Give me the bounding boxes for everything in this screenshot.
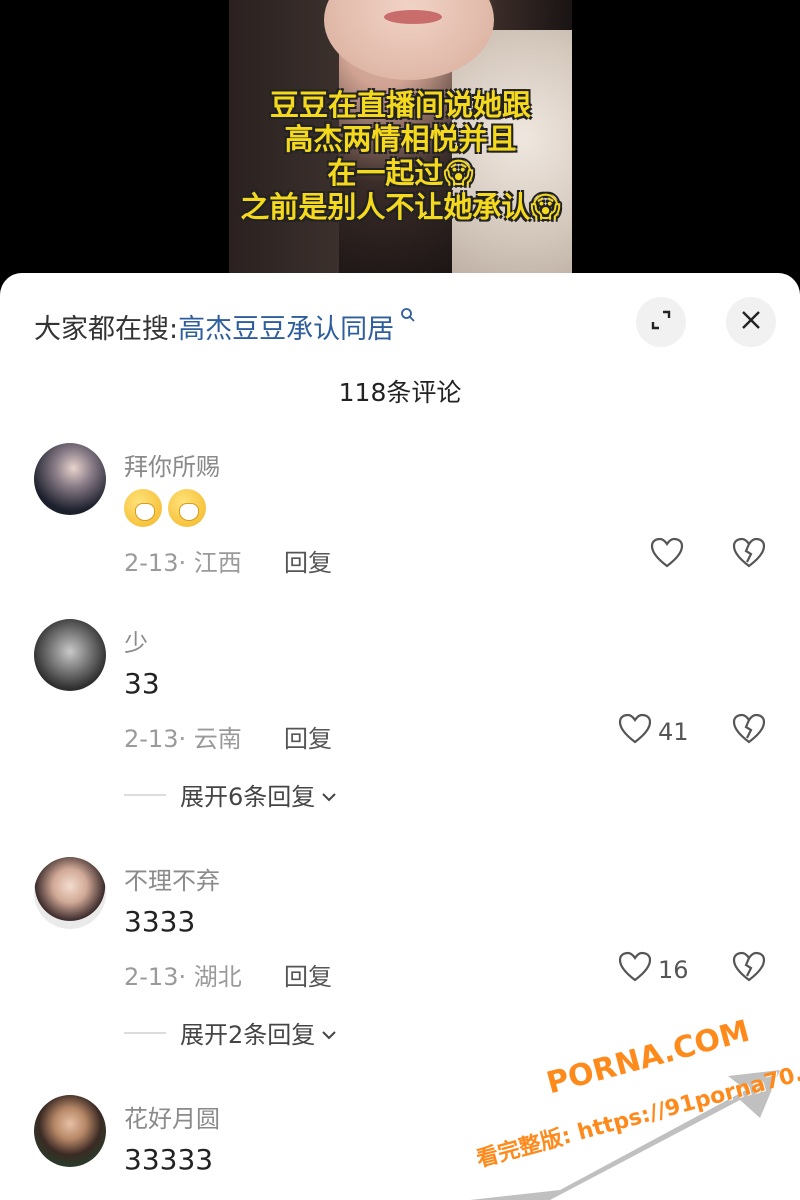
reply-button[interactable]: 回复 [284, 957, 332, 992]
like-button[interactable] [650, 537, 740, 575]
expand-icon [650, 309, 672, 335]
laugh-cry-emoji [124, 489, 162, 527]
expand-replies-button[interactable]: 展开2条回复 [124, 1015, 337, 1050]
watermark: PORNA.COM 看完整版: https://91porna70.com [470, 1014, 800, 1200]
video-frame: 豆豆在直播间说她跟 高杰两情相悦并且 在一起过😱 之前是别人不让她承认😱 [229, 0, 572, 300]
comment-text: 33 [124, 667, 160, 700]
comment-text: 3333 [124, 905, 196, 938]
chevron-down-icon [321, 781, 337, 809]
heart-icon [618, 951, 652, 989]
search-suggestion[interactable]: 大家都在搜:高杰豆豆承认同居 [34, 307, 416, 346]
avatar[interactable] [34, 857, 106, 929]
comment-username[interactable]: 拜你所赐 [124, 447, 220, 482]
avatar[interactable] [34, 443, 106, 515]
like-count: 41 [658, 718, 689, 746]
video-player[interactable]: 豆豆在直播间说她跟 高杰两情相悦并且 在一起过😱 之前是别人不让她承认😱 [0, 0, 800, 300]
comment-username[interactable]: 花好月圆 [124, 1099, 220, 1134]
broken-heart-icon [732, 951, 766, 987]
search-keyword[interactable]: 高杰豆豆承认同居 [178, 314, 394, 345]
comment-count: 118条评论 [338, 378, 462, 407]
close-button[interactable] [726, 297, 776, 347]
comment-text: 33333 [124, 1143, 214, 1176]
dislike-button[interactable] [732, 713, 766, 749]
dislike-button[interactable] [732, 951, 766, 987]
comment-date-location: 2-13· 江西 [124, 549, 242, 577]
like-button[interactable]: 41 [618, 713, 708, 751]
avatar[interactable] [34, 1095, 106, 1167]
laugh-cry-emoji [168, 489, 206, 527]
heart-icon [618, 713, 652, 751]
avatar[interactable] [34, 619, 106, 691]
divider-line [124, 793, 166, 796]
search-prefix: 大家都在搜: [34, 314, 179, 345]
comment-date-location: 2-13· 湖北 [124, 963, 242, 991]
comment-username[interactable]: 不理不弃 [124, 861, 220, 896]
search-icon [394, 307, 416, 328]
comment-emoji-row [124, 489, 212, 534]
broken-heart-icon [732, 537, 766, 573]
like-button[interactable]: 16 [618, 951, 708, 989]
expand-button[interactable] [636, 297, 686, 347]
close-icon [740, 309, 762, 335]
lips-shape [384, 10, 442, 24]
heart-icon [650, 537, 684, 575]
broken-heart-icon [732, 713, 766, 749]
reply-button[interactable]: 回复 [284, 719, 332, 754]
chevron-down-icon [321, 1019, 337, 1047]
expand-replies-label: 展开6条回复 [180, 783, 316, 811]
divider-line [124, 1031, 166, 1034]
like-count: 16 [658, 956, 689, 984]
comment-username[interactable]: 少 [124, 623, 148, 658]
dislike-button[interactable] [732, 537, 766, 573]
reply-button[interactable]: 回复 [284, 543, 332, 578]
expand-replies-label: 展开2条回复 [180, 1021, 316, 1049]
video-caption: 豆豆在直播间说她跟 高杰两情相悦并且 在一起过😱 之前是别人不让她承认😱 [240, 88, 561, 224]
expand-replies-button[interactable]: 展开6条回复 [124, 777, 337, 812]
comment-date-location: 2-13· 云南 [124, 725, 242, 753]
